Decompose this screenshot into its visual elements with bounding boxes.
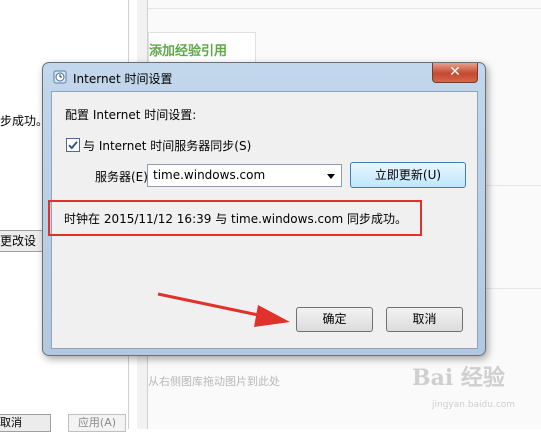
update-now-button[interactable]: 立即更新(U): [350, 162, 466, 188]
server-select[interactable]: time.windows.com: [147, 164, 342, 187]
sync-status-text: 时钟在 2015/11/12 16:39 与 time.windows.com …: [64, 212, 407, 226]
add-reference-tab-label: 添加经验引用: [149, 44, 228, 59]
settings-heading: 配置 Internet 时间设置:: [65, 108, 197, 122]
clock-globe-icon: [53, 70, 67, 84]
dropdown-arrow-icon[interactable]: [326, 170, 336, 180]
server-label: 服务器(E):: [95, 170, 152, 184]
server-value: time.windows.com: [153, 168, 266, 182]
apply-button[interactable]: 应用(A): [68, 414, 126, 432]
baidu-watermark: Bai 经验 jingyan.baidu.com: [412, 360, 537, 418]
background-cancel-button[interactable]: 取消: [0, 414, 51, 432]
ok-button[interactable]: 确定: [296, 307, 373, 332]
watermark-text: Bai 经验: [412, 365, 505, 391]
background-divider-line: [148, 8, 541, 9]
dialog-titlebar[interactable]: Internet 时间设置 ✕: [43, 63, 485, 89]
sync-checkbox[interactable]: [66, 138, 80, 152]
background-success-text: 步成功。: [0, 114, 49, 128]
checkmark-icon: [68, 141, 78, 150]
drag-image-hint: 从右侧图库拖动图片到此处: [148, 375, 280, 388]
annotation-arrow-icon: [157, 292, 290, 327]
sync-checkbox-label[interactable]: 与 Internet 时间服务器同步(S): [83, 137, 251, 154]
watermark-subtext: jingyan.baidu.com: [432, 400, 516, 410]
dialog-title: Internet 时间设置: [73, 72, 173, 86]
change-settings-button[interactable]: 更改设: [0, 230, 43, 252]
cancel-button[interactable]: 取消: [386, 307, 463, 332]
add-reference-tab[interactable]: 添加经验引用: [148, 32, 256, 63]
close-button[interactable]: ✕: [432, 63, 478, 83]
